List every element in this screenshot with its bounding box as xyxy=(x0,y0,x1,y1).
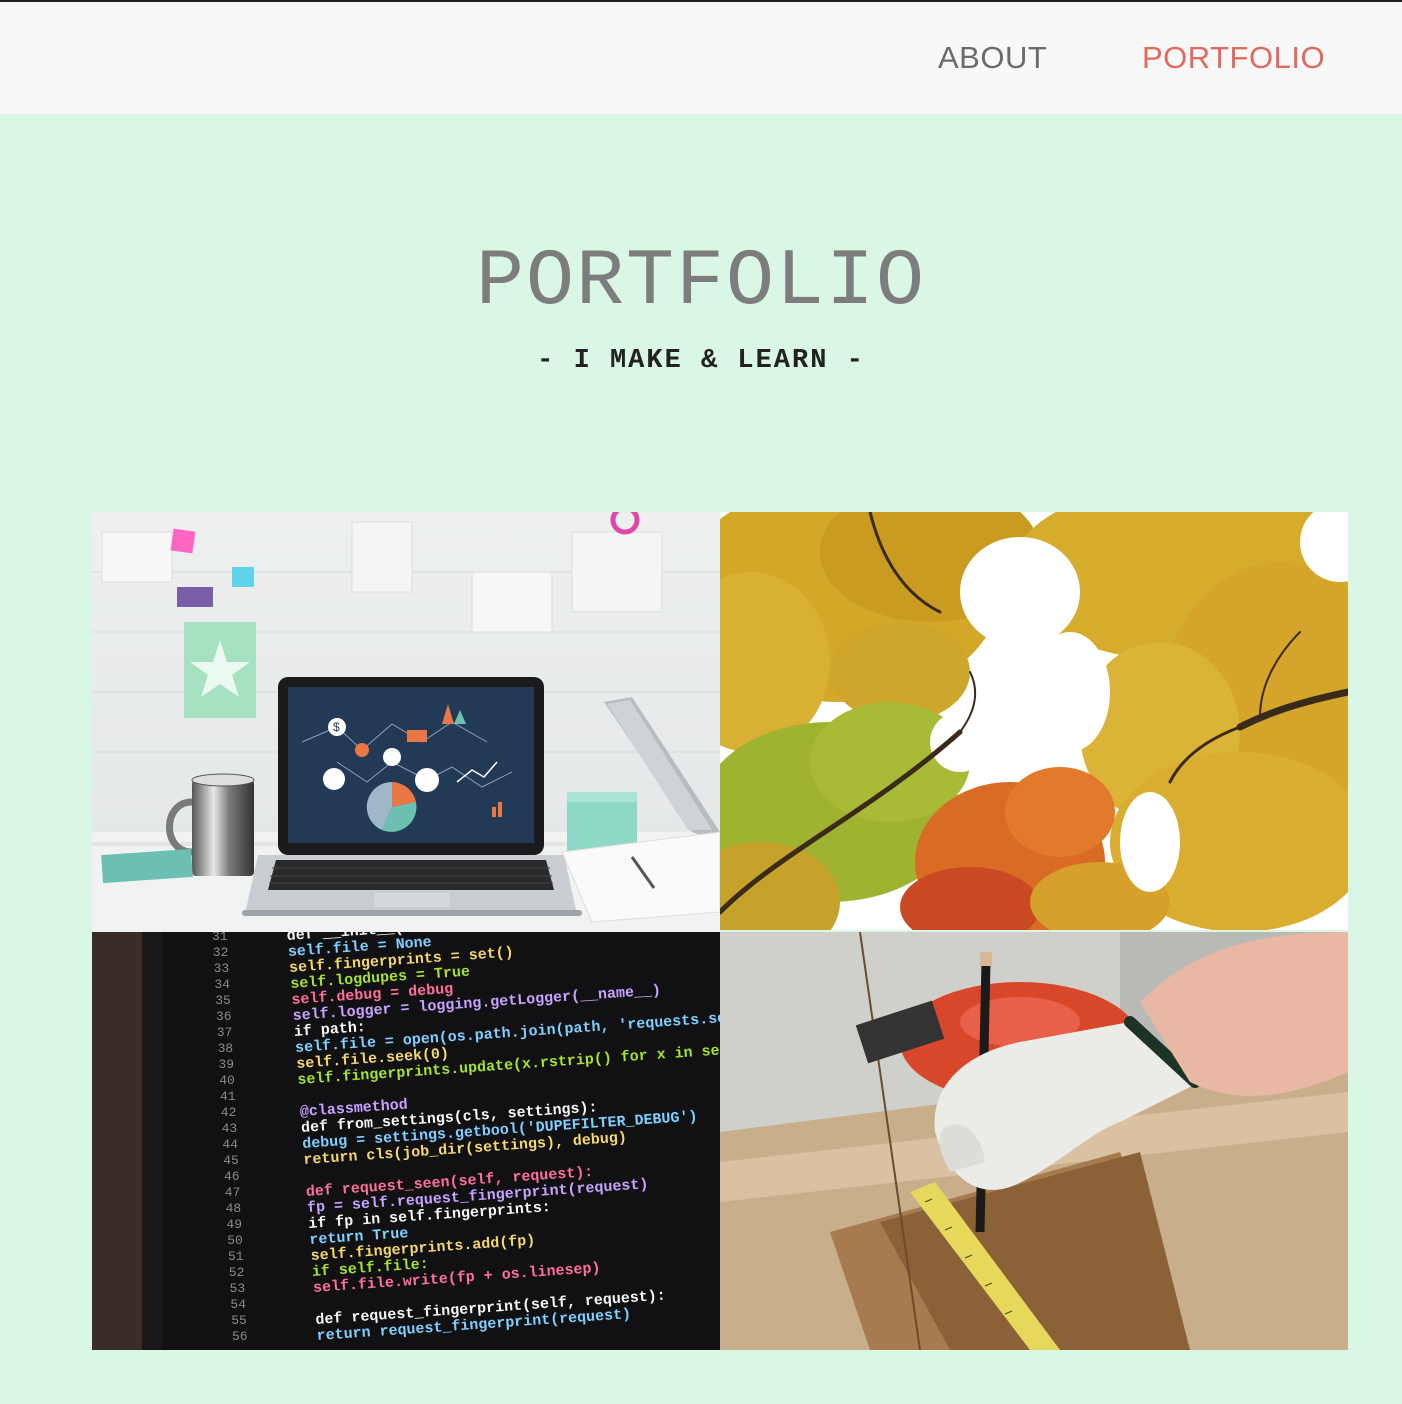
portfolio-item-trees[interactable] xyxy=(720,512,1348,930)
portfolio-item-code[interactable]: 31 32 33 34 35 36 37 38 39 40 41 42 43 44 45 46 47 48 49 50… xyxy=(92,932,720,1350)
code-line-number: 55 xyxy=(231,1313,247,1328)
laptop-workspace-image: $ xyxy=(92,512,720,932)
code-line-number: 47 xyxy=(225,1185,241,1200)
portfolio-grid: $ 31 32 33 34 35 36 37 38 39 40 41 42 43… xyxy=(92,512,1348,1350)
code-line-number: 31 xyxy=(212,932,228,944)
code-line-number: 37 xyxy=(217,1025,233,1040)
code-line-number: 43 xyxy=(222,1121,238,1136)
code-line-number: 36 xyxy=(216,1009,232,1024)
portfolio-item-woodworking[interactable] xyxy=(720,932,1348,1350)
code-line-number: 52 xyxy=(229,1265,245,1280)
woodworking-image xyxy=(720,932,1348,1350)
code-line-number: 34 xyxy=(214,977,230,992)
portfolio-item-laptop[interactable]: $ xyxy=(92,512,720,932)
nav-link-portfolio[interactable]: PORTFOLIO xyxy=(1142,40,1325,76)
code-line-number: 38 xyxy=(218,1041,234,1056)
code-line-number: 44 xyxy=(222,1137,238,1152)
nav-link-about[interactable]: ABOUT xyxy=(938,40,1047,76)
code-line-number: 39 xyxy=(218,1057,234,1072)
code-screen-image: 3132333435363738394041424344454647484950… xyxy=(92,932,720,1350)
code-line-number: 49 xyxy=(226,1217,242,1232)
autumn-trees-image xyxy=(720,512,1348,930)
code-line-number: 53 xyxy=(230,1281,246,1296)
code-line-number: 50 xyxy=(227,1233,243,1248)
code-line-number: 48 xyxy=(226,1201,242,1216)
code-line-number: 40 xyxy=(219,1073,235,1088)
code-line-number: 45 xyxy=(223,1153,239,1168)
code-line-number: 41 xyxy=(220,1089,236,1104)
code-line-number: 33 xyxy=(214,961,230,976)
page-title: PORTFOLIO xyxy=(475,237,927,328)
navbar: ABOUT PORTFOLIO xyxy=(0,2,1402,114)
code-line-number: 54 xyxy=(230,1297,246,1312)
page-subtitle: - I MAKE & LEARN - xyxy=(537,346,865,376)
code-line-number: 51 xyxy=(228,1249,244,1264)
code-line-number: 46 xyxy=(224,1169,240,1184)
code-line-number: 42 xyxy=(221,1105,237,1120)
code-line-number: 35 xyxy=(215,993,231,1008)
code-line-number: 56 xyxy=(232,1329,248,1344)
code-line-number: 32 xyxy=(213,945,229,960)
svg-text:$: $ xyxy=(333,720,340,734)
